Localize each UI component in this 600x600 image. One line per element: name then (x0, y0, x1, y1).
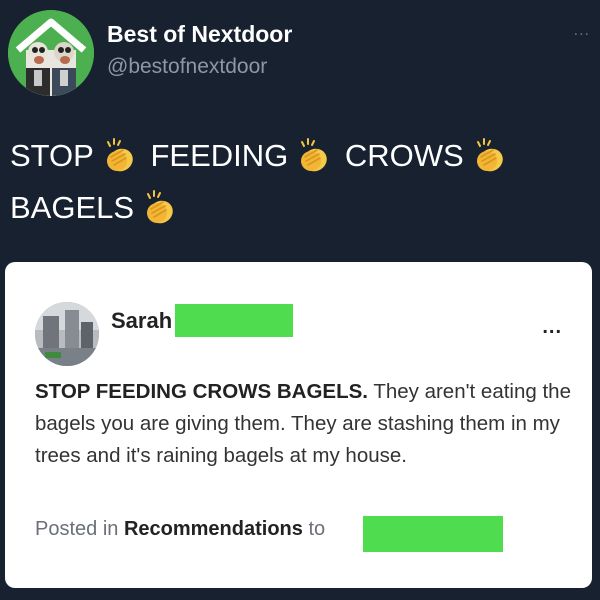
tweet-text: STOP FEEDING CROWS BAGELS (10, 130, 570, 234)
more-options-icon[interactable]: ... (574, 22, 590, 40)
redaction-block (363, 516, 503, 552)
category-link[interactable]: Recommendations (124, 518, 303, 540)
account-display-name[interactable]: Best of Nextdoor (107, 21, 292, 48)
tweet-word: CROWS (344, 138, 464, 173)
poster-name[interactable]: Sarah (111, 308, 172, 334)
posted-in-line: Posted in Recommendations to (35, 518, 325, 541)
tweet-word: FEEDING (150, 138, 289, 173)
poster-avatar[interactable] (35, 302, 99, 366)
posted-prefix: Posted in (35, 518, 119, 540)
redaction-block (175, 304, 293, 337)
tweet-word: BAGELS (10, 190, 135, 225)
account-handle[interactable]: @bestofnextdoor (107, 55, 267, 79)
clapping-hands-icon (106, 138, 133, 172)
poster-avatar-image (35, 302, 99, 366)
clapping-hands-icon (147, 190, 173, 224)
clapping-hands-icon (301, 138, 328, 172)
muppets-avatar-image (8, 10, 94, 96)
clapping-hands-icon (476, 138, 503, 172)
account-avatar[interactable] (8, 10, 94, 96)
post-lead-text: STOP FEEDING CROWS BAGELS. (35, 380, 368, 403)
nextdoor-post-card: Sarah ... STOP FEEDING CROWS BAGELS. The… (5, 262, 592, 588)
tweet-word: STOP (10, 138, 94, 173)
posted-to-label: to (308, 518, 326, 540)
post-more-options-icon[interactable]: ... (542, 316, 562, 339)
post-body: STOP FEEDING CROWS BAGELS. They aren't e… (35, 376, 575, 472)
